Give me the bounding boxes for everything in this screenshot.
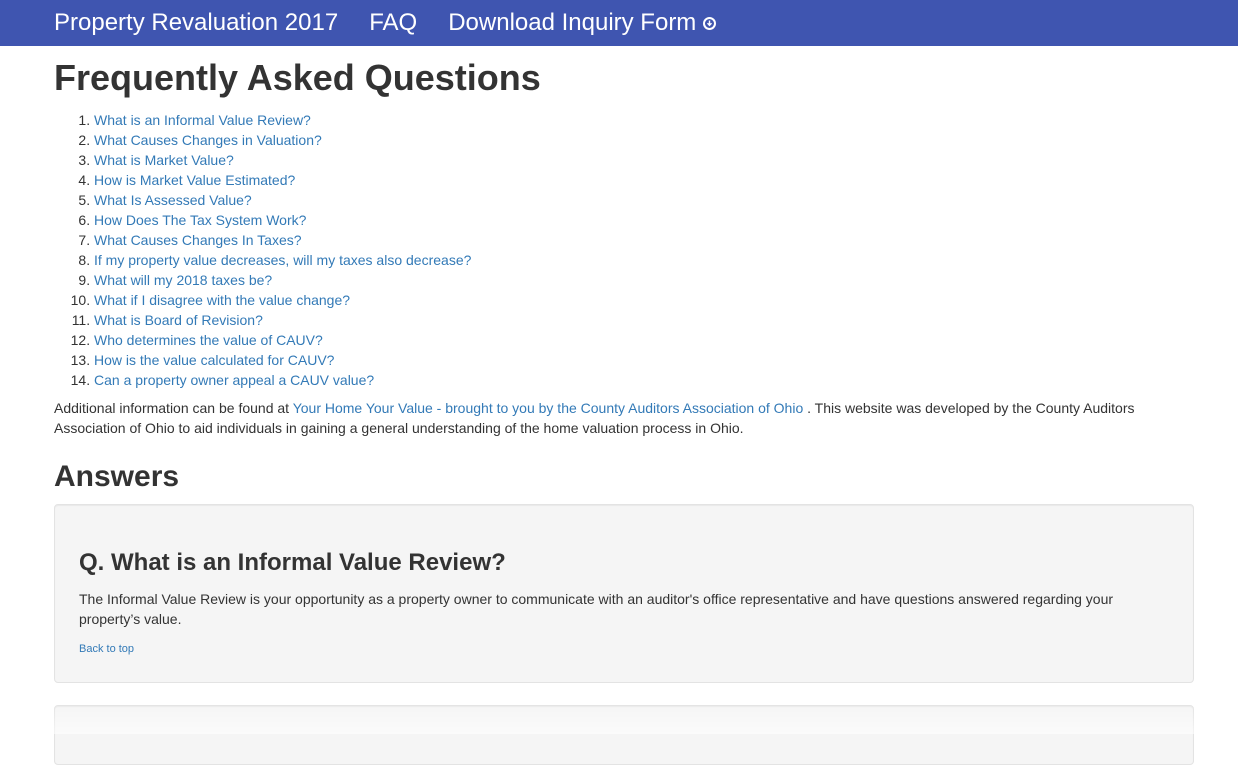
download-circle-icon — [703, 16, 717, 30]
answers-heading: Answers — [54, 460, 180, 493]
faq-list-item: How Does The Tax System Work? — [94, 210, 1194, 230]
faq-list-item: What is Board of Revision? — [94, 310, 1194, 330]
answer-question-title: Q. What is an Informal Value Review? — [79, 549, 506, 576]
faq-question-link[interactable]: How is Market Value Estimated? — [94, 172, 295, 188]
faq-list-item: How is Market Value Estimated? — [94, 170, 1194, 190]
faq-question-link[interactable]: If my property value decreases, will my … — [94, 252, 471, 268]
faq-list-item: How is the value calculated for CAUV? — [94, 350, 1194, 370]
faq-question-link[interactable]: Can a property owner appeal a CAUV value… — [94, 372, 374, 388]
back-to-top-link[interactable]: Back to top — [79, 643, 134, 655]
faq-question-link[interactable]: What is Market Value? — [94, 152, 234, 168]
faq-question-link[interactable]: What is Board of Revision? — [94, 312, 263, 328]
main-content: Frequently Asked Questions What is an In… — [0, 58, 1238, 765]
download-link-label: Download Inquiry Form — [448, 9, 697, 36]
faq-list-item: What if I disagree with the value change… — [94, 290, 1194, 310]
brand-link[interactable]: Property Revaluation 2017 — [54, 9, 338, 37]
faq-question-link[interactable]: Who determines the value of CAUV? — [94, 332, 323, 348]
additional-info-paragraph: Additional information can be found at Y… — [54, 398, 1194, 438]
faq-question-link[interactable]: How is the value calculated for CAUV? — [94, 352, 334, 368]
faq-question-list: What is an Informal Value Review? What Ca… — [54, 110, 1194, 390]
answer-text: The Informal Value Review is your opport… — [79, 591, 1114, 627]
faq-link[interactable]: FAQ — [369, 9, 417, 37]
your-home-your-value-link[interactable]: Your Home Your Value - brought to you by… — [293, 400, 804, 416]
faq-question-link[interactable]: What Is Assessed Value? — [94, 192, 252, 208]
faq-list-item: What is an Informal Value Review? — [94, 110, 1194, 130]
info-prefix: Additional information can be found at — [54, 400, 293, 416]
page-title: Frequently Asked Questions — [54, 57, 541, 98]
faq-list-item: What is Market Value? — [94, 150, 1194, 170]
faq-list-item: What Causes Changes In Taxes? — [94, 230, 1194, 250]
answer-card: Q. What is an Informal Value Review? The… — [54, 504, 1194, 683]
answer-card — [54, 705, 1194, 765]
faq-question-link[interactable]: What is an Informal Value Review? — [94, 112, 311, 128]
faq-list-item: What will my 2018 taxes be? — [94, 270, 1194, 290]
faq-list-item: Who determines the value of CAUV? — [94, 330, 1194, 350]
download-inquiry-form-link[interactable]: Download Inquiry Form — [448, 9, 717, 37]
faq-question-link[interactable]: What Causes Changes In Taxes? — [94, 232, 302, 248]
faq-question-link[interactable]: What Causes Changes in Valuation? — [94, 132, 322, 148]
faq-list-item: What Is Assessed Value? — [94, 190, 1194, 210]
faq-question-link[interactable]: What will my 2018 taxes be? — [94, 272, 272, 288]
faq-list-item: If my property value decreases, will my … — [94, 250, 1194, 270]
faq-list-item: What Causes Changes in Valuation? — [94, 130, 1194, 150]
top-navbar: Property Revaluation 2017 FAQ Download I… — [0, 0, 1238, 46]
faq-question-link[interactable]: What if I disagree with the value change… — [94, 292, 350, 308]
faq-question-link[interactable]: How Does The Tax System Work? — [94, 212, 306, 228]
faq-list-item: Can a property owner appeal a CAUV value… — [94, 370, 1194, 390]
